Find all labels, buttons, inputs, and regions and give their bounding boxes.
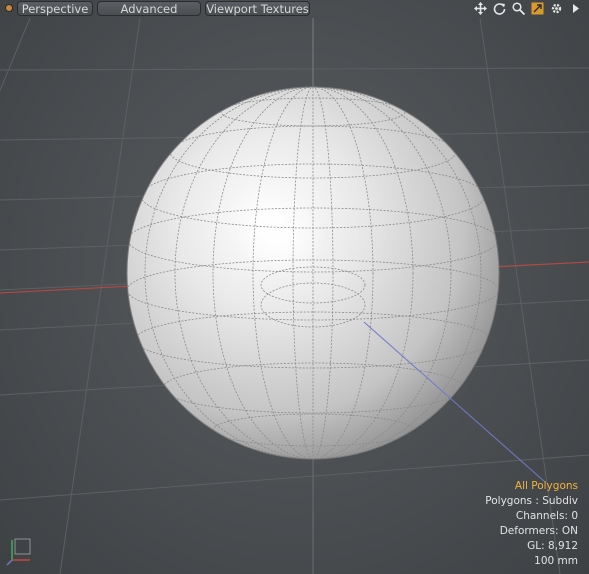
rotate-view-icon[interactable] (492, 1, 507, 16)
view-tools (473, 1, 583, 16)
channels-label: Channels: 0 (515, 510, 578, 522)
settings-gear-icon[interactable] (549, 1, 564, 16)
axis-orientation-icon (6, 538, 31, 566)
viewport-menu-icon[interactable] (6, 5, 12, 11)
viewport-textures-dropdown[interactable]: Viewport Textures (205, 1, 310, 16)
viewport-info-overlay: All Polygons Polygons : Subdiv Channels:… (485, 479, 578, 569)
deformers-label: Deformers: ON (499, 525, 578, 537)
zoom-view-icon[interactable] (511, 1, 526, 16)
fit-view-icon[interactable] (530, 1, 545, 16)
more-arrow-icon[interactable] (568, 1, 583, 16)
selection-mode-label: All Polygons (514, 480, 578, 492)
viewport-toolbar: Perspective Advanced Viewport Textures (0, 0, 589, 18)
gl-count-label: GL: 8,912 (527, 540, 578, 552)
view-mode-dropdown[interactable]: Perspective (17, 1, 93, 16)
3d-viewport[interactable]: Perspective Advanced Viewport Textures A… (0, 0, 589, 574)
shading-dropdown[interactable]: Advanced (97, 1, 201, 16)
sphere-mesh[interactable] (126, 86, 500, 460)
polygons-label: Polygons : Subdiv (485, 495, 578, 507)
grid-size-label: 100 mm (534, 555, 578, 567)
move-view-icon[interactable] (473, 1, 488, 16)
